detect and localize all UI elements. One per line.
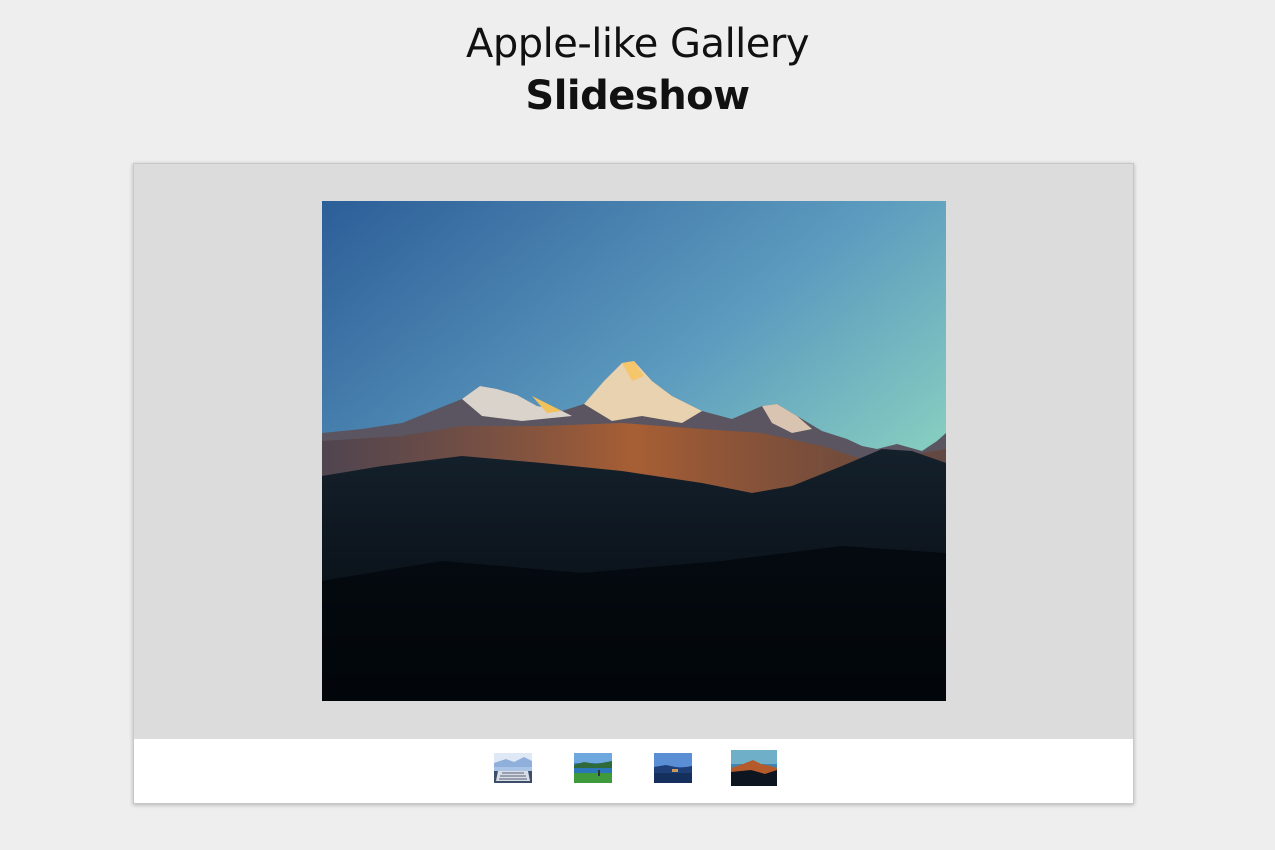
thumbnail-1[interactable] bbox=[494, 753, 532, 783]
page-title-line1: Apple-like Gallery bbox=[465, 21, 810, 67]
thumbnail-2[interactable] bbox=[574, 753, 612, 783]
blue-coast-photo bbox=[654, 753, 692, 783]
slideshow-gallery bbox=[133, 163, 1134, 804]
mountain-sunrise-photo bbox=[731, 750, 777, 786]
green-lake-landscape-photo bbox=[574, 753, 612, 783]
pier-and-sky-photo bbox=[494, 753, 532, 783]
thumbnail-strip bbox=[134, 739, 1133, 803]
main-slide-image[interactable] bbox=[322, 201, 946, 701]
page-title: Apple-like Gallery Slideshow bbox=[0, 18, 1275, 122]
slide-stage bbox=[134, 164, 1133, 739]
thumbnail-4[interactable] bbox=[731, 750, 777, 786]
mountain-sunrise-photo bbox=[322, 201, 946, 701]
page-title-line2: Slideshow bbox=[525, 73, 750, 119]
thumbnail-3[interactable] bbox=[654, 753, 692, 783]
